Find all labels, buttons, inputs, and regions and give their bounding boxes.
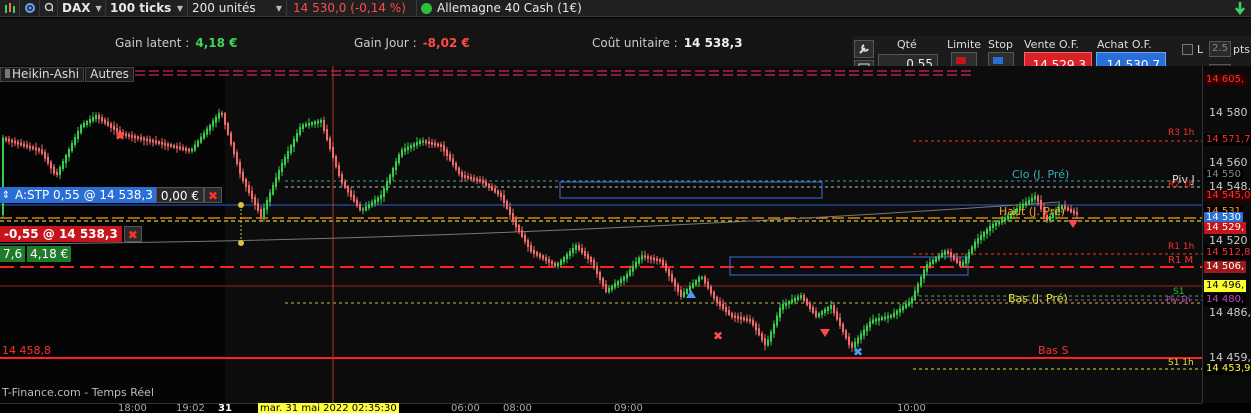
vente-label: Vente O.F. [1024,38,1079,51]
market-name: Allemagne 40 Cash (1€) [437,1,582,15]
time-tick-label: mar. 31 mai 2022 02:35:30 [258,403,399,413]
top-toolbar: DAX ▼ 100 ticks ▼ 200 unités ▼ 14 530,0 (-0… [0,0,1251,17]
cout-label: Coût unitaire : [592,36,678,50]
bas-j-label: Bas (J. Pré) [1008,292,1068,305]
units-label: 200 unités [192,1,256,15]
chevron-down-icon: ▼ [275,3,282,13]
market-open-icon [421,2,432,14]
price-tick-label: 14 520 [1209,234,1248,247]
chevron-down-icon: ▼ [176,3,183,13]
price-level-tag: 14 512,8 [1204,247,1251,259]
tab-heikin-ashi[interactable]: Heikin-Ashi [0,67,85,82]
tab-heikin-ashi-icon [5,69,10,78]
gain-latent-value: 4,18 € [195,36,238,50]
price-level-tag: 14 506, [1204,261,1247,273]
position-tag[interactable]: -0,55 @ 14 538,3 ✖ [0,226,142,242]
chart-type-icon[interactable] [0,0,20,17]
left-price-label: 14 458,8 [2,344,51,357]
time-tick-label: 06:00 [451,403,480,413]
connection-arrow-icon[interactable] [1233,0,1247,19]
current-price: 14 530,0 [293,1,347,15]
position-left-value: 7,6 [0,246,26,262]
tab-heikin-ashi-label: Heikin-Ashi [12,67,80,81]
chart-canvas[interactable]: ✖ ✖ ✖ [0,66,1202,403]
time-tick-label: 09:00 [614,403,643,413]
clo-label: Clo (J. Pré) [1012,168,1070,181]
close-icon[interactable]: ✖ [123,226,142,242]
header-panel: Gain latent : 4,18 € Gain Jour : -8,02 € C… [0,18,1251,84]
data-source-label: T-Finance.com - Temps Réel [2,386,154,399]
gain-jour-value: -8,02 € [422,36,470,50]
l-checkbox[interactable] [1182,44,1193,55]
settings-icon[interactable] [20,0,40,17]
achat-label: Achat O.F. [1097,38,1152,51]
price-level-tag: 14 480, [1204,294,1247,306]
instrument-select[interactable]: DAX ▼ [58,0,106,17]
r2-label: R2 1h [1168,180,1195,190]
cout-value: 14 538,3 [683,36,743,50]
price-tick-label: 14 580 [1209,106,1248,119]
time-tick-label: 08:00 [503,403,532,413]
market-status: Allemagne 40 Cash (1€) [417,0,586,17]
time-tick-label: 31 [218,403,232,413]
s1h-label: S1 1h [1168,358,1194,368]
price-tick-label: 14 560 [1209,156,1248,169]
tab-autres-label: Autres [90,67,129,81]
position-gain-tag: 7,6 4,18 € [0,246,72,262]
gain-latent: Gain latent : 4,18 € [115,36,238,50]
price-level-tag: 14 545,0 [1204,190,1251,202]
r3-label: R3 1h [1168,128,1195,138]
time-axis[interactable]: 18:00 19:02 31 mar. 31 mai 2022 02:35:30 06:… [0,403,1202,413]
tab-autres[interactable]: Autres [85,67,134,82]
time-tick-label: 19:02 [176,403,205,413]
gain-jour-label: Gain Jour : [354,36,417,50]
wrench-icon[interactable] [854,40,874,58]
pts-label: pts [1233,43,1251,56]
position-gain-value: 4,18 € [27,246,72,262]
cout-unitaire: Coût unitaire : 14 538,3 [592,36,743,50]
price-level-tag: 14 550 [1204,169,1243,181]
close-icon[interactable]: ✖ [204,187,223,203]
price-level-tag: 14 605, [1204,74,1247,86]
price-level-tag: 14 529, [1204,222,1247,234]
price-level-tag: 14 496, [1204,280,1247,292]
price-level-tag: 14 571,7 [1204,134,1251,146]
r1-label: R1 1h [1168,242,1195,252]
haut-label: Haut (J. Pré) [999,205,1066,218]
search-icon[interactable] [40,0,58,17]
gain-jour: Gain Jour : -8,02 € [354,36,470,50]
time-tick-label: 10:00 [897,403,926,413]
price-display: 14 530,0 (-0,14 %) [287,0,417,17]
l-input[interactable]: 2.5 [1209,41,1231,57]
time-tick-label: 18:00 [118,403,147,413]
indicator-tabs: Heikin-Ashi Autres [0,67,135,82]
r1m-label: R1 M [1168,255,1194,266]
price-level-tag: 14 453,9 [1204,363,1251,375]
qte-label: Qté [897,38,917,51]
buy-marker-icon: ✖ [853,345,863,359]
limite-label: Limite [947,38,982,51]
bas-s-label: Bas S [1038,344,1069,357]
move-handle-icon[interactable]: ⇕ [0,187,12,203]
interval-label: 100 ticks [110,1,172,15]
gain-latent-label: Gain latent : [115,36,190,50]
interval-select[interactable]: 100 ticks ▼ [106,0,188,17]
instrument-label: DAX [62,1,91,15]
price-chart[interactable]: ✖ ✖ ✖ 14 458,8 T-Finance.com - Temps Rée… [0,66,1202,403]
chevron-down-icon: ▼ [95,3,102,13]
piv1h-label: Piv 1h [1166,295,1191,304]
stop-order-tag[interactable]: ⇕ A:STP 0,55 @ 14 538,3 0,00 € ✖ [0,187,223,203]
stop-label: Stop [988,38,1014,51]
price-tick-label: 14 486, [1209,306,1251,319]
l-label: L [1197,43,1204,56]
sell-marker-icon: ✖ [713,329,723,343]
sell-marker-icon: ✖ [115,129,125,143]
stop-order-label: A:STP 0,55 @ 14 538,3 [12,187,156,203]
units-select[interactable]: 200 unités ▼ [188,0,287,17]
price-axis[interactable]: 14 580 14 560 14 548, 14 520 14 486, 14 459, 1… [1202,66,1251,403]
position-label: -0,55 @ 14 538,3 [0,226,122,242]
stop-order-gain: 0,00 € [155,187,204,203]
price-change: (-0,14 %) [350,1,406,15]
